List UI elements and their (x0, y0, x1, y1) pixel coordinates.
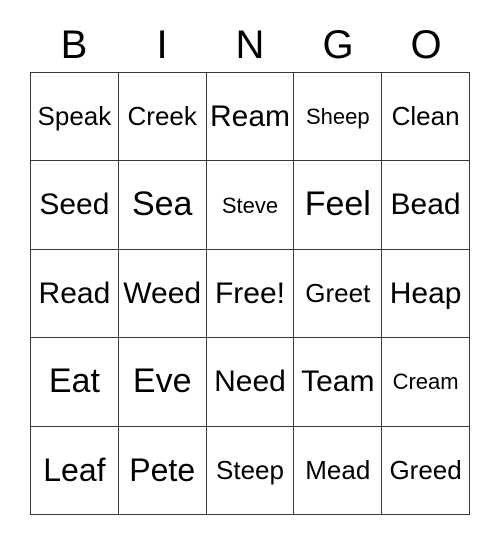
bingo-row: Read Weed Free! Greet Heap (31, 249, 470, 339)
bingo-header-letter-g: G (322, 23, 354, 67)
bingo-cell-label: Sea (131, 185, 193, 224)
bingo-cell-label: Pete (129, 451, 196, 488)
bingo-cell[interactable]: Leaf (31, 426, 119, 516)
bingo-cell[interactable]: Steep (206, 426, 295, 516)
bingo-cell-label: Ream (209, 99, 290, 133)
bingo-cell-label: Need (214, 365, 286, 399)
bingo-cell-label: Steep (216, 454, 284, 485)
bingo-cell-label: Mead (305, 454, 371, 485)
bingo-cell[interactable]: Weed (118, 249, 207, 339)
bingo-cell-free-space[interactable]: Free! (206, 249, 295, 339)
bingo-cell[interactable]: Eve (118, 338, 207, 427)
bingo-cell[interactable]: Sea (118, 161, 207, 250)
bingo-cell[interactable]: Feel (294, 161, 383, 250)
bingo-cell[interactable]: Need (206, 338, 295, 427)
bingo-cell-label: Bead (390, 188, 461, 222)
bingo-cell-label: Sheep (305, 104, 370, 130)
bingo-cell[interactable]: Seed (31, 161, 119, 250)
bingo-cell[interactable]: Creek (118, 73, 207, 162)
bingo-cell-label: Eat (48, 362, 100, 401)
bingo-cell-label: Greet (305, 277, 371, 308)
bingo-cell-label: Feel (304, 185, 371, 224)
bingo-cell-label: Free! (214, 276, 285, 310)
bingo-cell-label: Weed (123, 276, 202, 310)
bingo-cell-label: Speak (37, 101, 112, 132)
bingo-cell[interactable]: Mead (294, 426, 383, 516)
bingo-cell[interactable]: Ream (206, 73, 295, 162)
bingo-cell[interactable]: Sheep (294, 73, 383, 162)
bingo-header-letter-o: O (410, 23, 442, 67)
bingo-cell-label: Clean (391, 101, 460, 132)
bingo-row: Seed Sea Steve Feel Bead (31, 161, 470, 250)
bingo-grid: Speak Creek Ream Sheep Clean Seed Sea St… (30, 72, 470, 516)
bingo-cell[interactable]: Cream (382, 338, 470, 427)
bingo-cell[interactable]: Clean (382, 73, 470, 162)
bingo-row: Speak Creek Ream Sheep Clean (31, 73, 470, 162)
bingo-cell-label: Greed (389, 454, 462, 485)
bingo-cell-label: Heap (389, 276, 462, 310)
bingo-cell-label: Steve (221, 192, 279, 218)
bingo-cell-label: Cream (392, 369, 459, 395)
bingo-card: B I N G O Speak Creek Ream Sheep Clean S… (0, 0, 500, 544)
bingo-cell-label: Team (301, 365, 375, 399)
bingo-cell-label: Seed (39, 188, 110, 222)
bingo-cell[interactable]: Greed (382, 426, 470, 516)
bingo-cell-label: Leaf (43, 451, 106, 488)
bingo-cell-label: Creek (127, 101, 197, 132)
bingo-cell[interactable]: Speak (31, 73, 119, 162)
bingo-header-letter-i: I (156, 23, 168, 67)
bingo-cell-label: Read (38, 276, 111, 310)
bingo-header-letter-b: B (60, 23, 88, 67)
bingo-cell[interactable]: Eat (31, 338, 119, 427)
bingo-cell[interactable]: Greet (294, 249, 383, 339)
bingo-cell[interactable]: Heap (382, 249, 470, 339)
bingo-cell[interactable]: Bead (382, 161, 470, 250)
bingo-cell[interactable]: Team (294, 338, 383, 427)
bingo-header-letter-n: N (235, 23, 265, 67)
bingo-cell-label: Eve (132, 362, 192, 401)
bingo-cell[interactable]: Steve (206, 161, 295, 250)
bingo-row: Eat Eve Need Team Cream (31, 338, 470, 427)
bingo-cell[interactable]: Read (31, 249, 119, 339)
bingo-cell[interactable]: Pete (118, 426, 207, 516)
bingo-row: Leaf Pete Steep Mead Greed (31, 426, 470, 516)
bingo-header-row: B I N G O (30, 18, 470, 72)
